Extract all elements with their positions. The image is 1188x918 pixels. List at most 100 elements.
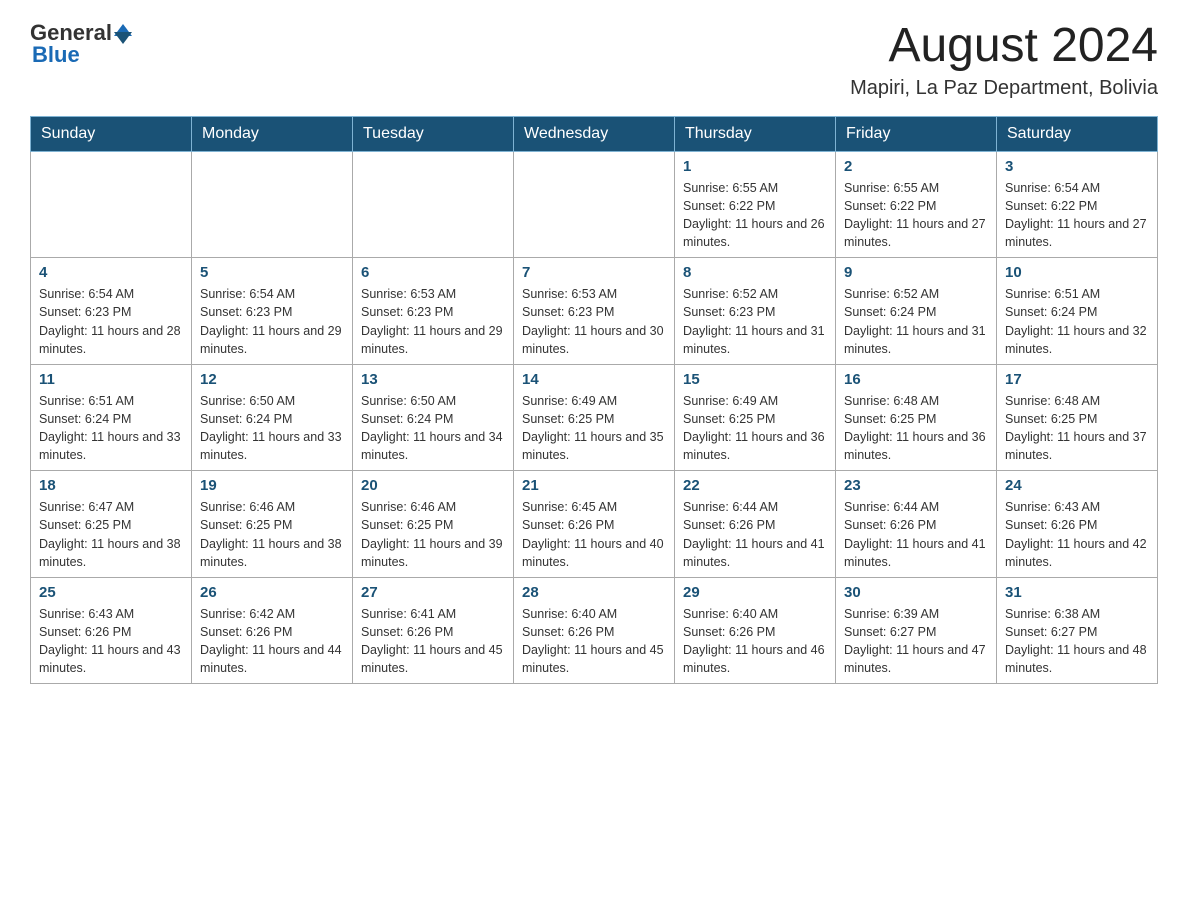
day-number: 15 — [683, 371, 827, 388]
calendar-cell: 11 Sunrise: 6:51 AMSunset: 6:24 PMDayligh… — [31, 364, 192, 471]
calendar-day-header: Wednesday — [514, 116, 675, 151]
main-title: August 2024 — [850, 20, 1158, 73]
day-number: 3 — [1005, 158, 1149, 175]
calendar-cell: 4 Sunrise: 6:54 AMSunset: 6:23 PMDaylight… — [31, 258, 192, 365]
calendar-cell — [31, 151, 192, 258]
day-number: 14 — [522, 371, 666, 388]
calendar-cell: 22 Sunrise: 6:44 AMSunset: 6:26 PMDayligh… — [675, 471, 836, 578]
day-number: 4 — [39, 264, 183, 281]
calendar-cell: 24 Sunrise: 6:43 AMSunset: 6:26 PMDayligh… — [997, 471, 1158, 578]
header: General Blue August 2024 Mapiri, La Paz … — [30, 20, 1158, 100]
day-info: Sunrise: 6:46 AMSunset: 6:25 PMDaylight:… — [200, 498, 344, 571]
calendar-cell: 25 Sunrise: 6:43 AMSunset: 6:26 PMDayligh… — [31, 577, 192, 684]
day-info: Sunrise: 6:55 AMSunset: 6:22 PMDaylight:… — [844, 179, 988, 252]
day-info: Sunrise: 6:41 AMSunset: 6:26 PMDaylight:… — [361, 605, 505, 678]
calendar-cell: 12 Sunrise: 6:50 AMSunset: 6:24 PMDayligh… — [192, 364, 353, 471]
day-info: Sunrise: 6:50 AMSunset: 6:24 PMDaylight:… — [200, 392, 344, 465]
day-info: Sunrise: 6:52 AMSunset: 6:24 PMDaylight:… — [844, 285, 988, 358]
day-info: Sunrise: 6:54 AMSunset: 6:22 PMDaylight:… — [1005, 179, 1149, 252]
day-info: Sunrise: 6:43 AMSunset: 6:26 PMDaylight:… — [39, 605, 183, 678]
day-info: Sunrise: 6:46 AMSunset: 6:25 PMDaylight:… — [361, 498, 505, 571]
day-info: Sunrise: 6:42 AMSunset: 6:26 PMDaylight:… — [200, 605, 344, 678]
calendar: SundayMondayTuesdayWednesdayThursdayFrid… — [30, 116, 1158, 685]
calendar-cell: 27 Sunrise: 6:41 AMSunset: 6:26 PMDayligh… — [353, 577, 514, 684]
calendar-cell: 10 Sunrise: 6:51 AMSunset: 6:24 PMDayligh… — [997, 258, 1158, 365]
day-number: 1 — [683, 158, 827, 175]
day-info: Sunrise: 6:40 AMSunset: 6:26 PMDaylight:… — [522, 605, 666, 678]
day-info: Sunrise: 6:54 AMSunset: 6:23 PMDaylight:… — [39, 285, 183, 358]
calendar-cell: 23 Sunrise: 6:44 AMSunset: 6:26 PMDayligh… — [836, 471, 997, 578]
calendar-cell: 15 Sunrise: 6:49 AMSunset: 6:25 PMDayligh… — [675, 364, 836, 471]
day-number: 19 — [200, 477, 344, 494]
day-number: 12 — [200, 371, 344, 388]
calendar-week-row: 4 Sunrise: 6:54 AMSunset: 6:23 PMDaylight… — [31, 258, 1158, 365]
calendar-cell: 5 Sunrise: 6:54 AMSunset: 6:23 PMDaylight… — [192, 258, 353, 365]
calendar-week-row: 25 Sunrise: 6:43 AMSunset: 6:26 PMDayligh… — [31, 577, 1158, 684]
calendar-cell: 9 Sunrise: 6:52 AMSunset: 6:24 PMDaylight… — [836, 258, 997, 365]
calendar-header-row: SundayMondayTuesdayWednesdayThursdayFrid… — [31, 116, 1158, 151]
calendar-cell: 29 Sunrise: 6:40 AMSunset: 6:26 PMDayligh… — [675, 577, 836, 684]
calendar-cell: 16 Sunrise: 6:48 AMSunset: 6:25 PMDayligh… — [836, 364, 997, 471]
day-info: Sunrise: 6:44 AMSunset: 6:26 PMDaylight:… — [844, 498, 988, 571]
day-info: Sunrise: 6:51 AMSunset: 6:24 PMDaylight:… — [39, 392, 183, 465]
subtitle: Mapiri, La Paz Department, Bolivia — [850, 77, 1158, 100]
day-info: Sunrise: 6:53 AMSunset: 6:23 PMDaylight:… — [361, 285, 505, 358]
day-info: Sunrise: 6:48 AMSunset: 6:25 PMDaylight:… — [1005, 392, 1149, 465]
day-info: Sunrise: 6:51 AMSunset: 6:24 PMDaylight:… — [1005, 285, 1149, 358]
day-number: 23 — [844, 477, 988, 494]
logo-blue-text: Blue — [32, 42, 80, 68]
day-info: Sunrise: 6:54 AMSunset: 6:23 PMDaylight:… — [200, 285, 344, 358]
calendar-cell — [353, 151, 514, 258]
calendar-cell: 7Sunrise: 6:53 AMSunset: 6:23 PMDaylight… — [514, 258, 675, 365]
calendar-day-header: Thursday — [675, 116, 836, 151]
calendar-week-row: 1 Sunrise: 6:55 AMSunset: 6:22 PMDaylight… — [31, 151, 1158, 258]
day-number: 10 — [1005, 264, 1149, 281]
calendar-day-header: Monday — [192, 116, 353, 151]
calendar-cell — [514, 151, 675, 258]
day-info: Sunrise: 6:48 AMSunset: 6:25 PMDaylight:… — [844, 392, 988, 465]
day-number: 27 — [361, 584, 505, 601]
calendar-cell: 28 Sunrise: 6:40 AMSunset: 6:26 PMDayligh… — [514, 577, 675, 684]
day-info: Sunrise: 6:45 AMSunset: 6:26 PMDaylight:… — [522, 498, 666, 571]
calendar-cell: 26 Sunrise: 6:42 AMSunset: 6:26 PMDayligh… — [192, 577, 353, 684]
calendar-week-row: 18Sunrise: 6:47 AMSunset: 6:25 PMDayligh… — [31, 471, 1158, 578]
calendar-cell: 20Sunrise: 6:46 AMSunset: 6:25 PMDayligh… — [353, 471, 514, 578]
day-info: Sunrise: 6:50 AMSunset: 6:24 PMDaylight:… — [361, 392, 505, 465]
calendar-cell — [192, 151, 353, 258]
day-info: Sunrise: 6:44 AMSunset: 6:26 PMDaylight:… — [683, 498, 827, 571]
calendar-cell: 21 Sunrise: 6:45 AMSunset: 6:26 PMDayligh… — [514, 471, 675, 578]
calendar-cell: 3 Sunrise: 6:54 AMSunset: 6:22 PMDaylight… — [997, 151, 1158, 258]
title-area: August 2024 Mapiri, La Paz Department, B… — [850, 20, 1158, 100]
calendar-day-header: Saturday — [997, 116, 1158, 151]
day-number: 5 — [200, 264, 344, 281]
day-info: Sunrise: 6:49 AMSunset: 6:25 PMDaylight:… — [683, 392, 827, 465]
calendar-cell: 13 Sunrise: 6:50 AMSunset: 6:24 PMDayligh… — [353, 364, 514, 471]
calendar-cell: 1 Sunrise: 6:55 AMSunset: 6:22 PMDaylight… — [675, 151, 836, 258]
logo: General Blue — [30, 20, 132, 68]
day-number: 28 — [522, 584, 666, 601]
day-info: Sunrise: 6:40 AMSunset: 6:26 PMDaylight:… — [683, 605, 827, 678]
day-number: 30 — [844, 584, 988, 601]
calendar-cell: 31Sunrise: 6:38 AMSunset: 6:27 PMDayligh… — [997, 577, 1158, 684]
day-number: 2 — [844, 158, 988, 175]
day-number: 13 — [361, 371, 505, 388]
day-number: 25 — [39, 584, 183, 601]
day-info: Sunrise: 6:55 AMSunset: 6:22 PMDaylight:… — [683, 179, 827, 252]
calendar-cell: 6 Sunrise: 6:53 AMSunset: 6:23 PMDaylight… — [353, 258, 514, 365]
day-number: 24 — [1005, 477, 1149, 494]
day-info: Sunrise: 6:43 AMSunset: 6:26 PMDaylight:… — [1005, 498, 1149, 571]
day-number: 11 — [39, 371, 183, 388]
day-info: Sunrise: 6:39 AMSunset: 6:27 PMDaylight:… — [844, 605, 988, 678]
calendar-cell: 2 Sunrise: 6:55 AMSunset: 6:22 PMDaylight… — [836, 151, 997, 258]
day-number: 16 — [844, 371, 988, 388]
day-number: 6 — [361, 264, 505, 281]
day-number: 21 — [522, 477, 666, 494]
day-number: 26 — [200, 584, 344, 601]
day-info: Sunrise: 6:52 AMSunset: 6:23 PMDaylight:… — [683, 285, 827, 358]
day-number: 9 — [844, 264, 988, 281]
day-number: 29 — [683, 584, 827, 601]
calendar-cell: 18Sunrise: 6:47 AMSunset: 6:25 PMDayligh… — [31, 471, 192, 578]
calendar-day-header: Friday — [836, 116, 997, 151]
day-number: 22 — [683, 477, 827, 494]
day-info: Sunrise: 6:53 AMSunset: 6:23 PMDaylight:… — [522, 285, 666, 358]
